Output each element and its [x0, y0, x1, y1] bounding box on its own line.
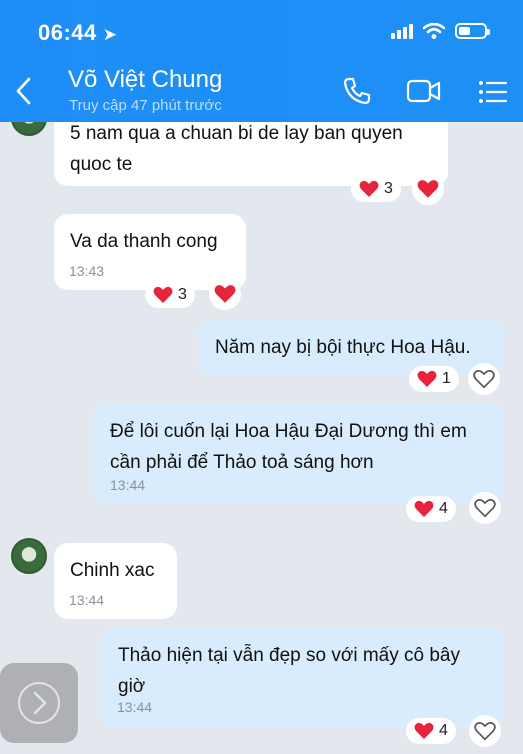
message-text: Va da thanh cong — [70, 231, 218, 252]
reaction-count: 4 — [439, 500, 448, 517]
heart-icon — [153, 286, 173, 303]
heart-icon — [414, 722, 434, 739]
reaction-count: 3 — [178, 286, 187, 303]
status-icons — [391, 23, 490, 39]
battery-icon — [455, 23, 490, 39]
heart-outline-icon — [474, 499, 496, 518]
message-time: 13:44 — [117, 699, 153, 715]
last-seen-status: Truy cập 47 phút trước — [69, 97, 222, 114]
message-time: 13:44 — [110, 477, 146, 493]
message-time: 13:43 — [69, 263, 105, 279]
wifi-icon — [423, 23, 445, 39]
reaction-summary[interactable]: 3 — [145, 282, 195, 308]
list-menu-icon — [479, 81, 508, 103]
reaction-count: 4 — [439, 722, 448, 739]
back-button[interactable] — [12, 76, 36, 111]
contact-name[interactable]: Võ Việt Chung — [68, 66, 222, 94]
reaction-count: 1 — [442, 370, 451, 387]
reaction-summary[interactable]: 4 — [406, 496, 456, 522]
message-text: 5 nam qua a chuan bi de lay ban quyen qu… — [70, 123, 403, 175]
reaction-summary[interactable]: 4 — [406, 718, 456, 744]
react-button[interactable] — [469, 715, 501, 747]
reaction-summary[interactable]: 3 — [351, 176, 401, 202]
scroll-next-button[interactable] — [0, 663, 78, 743]
react-button[interactable] — [469, 492, 501, 524]
video-camera-icon — [406, 79, 441, 103]
heart-outline-icon — [474, 722, 496, 741]
reaction-count: 3 — [384, 180, 393, 197]
message-text: Để lôi cuốn lại Hoa Hậu Đại Dương thì em… — [110, 421, 467, 473]
message-time: 13:44 — [69, 592, 105, 608]
react-button[interactable] — [468, 363, 500, 395]
heart-icon — [359, 180, 379, 197]
status-time: 06:44 ➤ — [38, 20, 118, 46]
message-bubble-outgoing[interactable]: Thảo hiện tại vẫn đẹp so với mấy cô bây … — [102, 628, 504, 728]
chevron-right-in-circle-icon — [18, 682, 60, 724]
message-text: Năm nay bị bội thực Hoa Hậu. — [215, 337, 471, 358]
message-bubble-outgoing[interactable]: Năm nay bị bội thực Hoa Hậu. — [199, 320, 504, 376]
avatar[interactable] — [11, 538, 47, 574]
react-button[interactable] — [412, 173, 444, 205]
heart-icon — [417, 180, 439, 198]
cellular-signal-icon — [391, 23, 413, 39]
heart-outline-icon — [473, 370, 495, 389]
status-time-text: 06:44 — [38, 20, 97, 45]
phone-icon — [343, 77, 371, 105]
message-text: Thảo hiện tại vẫn đẹp so với mấy cô bây … — [118, 645, 460, 697]
video-call-button[interactable] — [406, 78, 442, 109]
call-button[interactable] — [342, 76, 372, 111]
location-arrow-icon: ➤ — [102, 25, 118, 44]
heart-icon — [214, 285, 236, 303]
chevron-left-icon — [16, 77, 31, 105]
menu-button[interactable] — [478, 80, 508, 109]
reaction-summary[interactable]: 1 — [409, 366, 459, 392]
heart-icon — [414, 500, 434, 517]
message-bubble-outgoing[interactable]: Để lôi cuốn lại Hoa Hậu Đại Dương thì em… — [94, 404, 504, 504]
chat-header: 06:44 ➤ Võ Việt Chung Truy cập 47 phút tr… — [0, 0, 523, 122]
heart-icon — [417, 370, 437, 387]
message-text: Chinh xac — [70, 560, 155, 581]
react-button[interactable] — [209, 278, 241, 310]
